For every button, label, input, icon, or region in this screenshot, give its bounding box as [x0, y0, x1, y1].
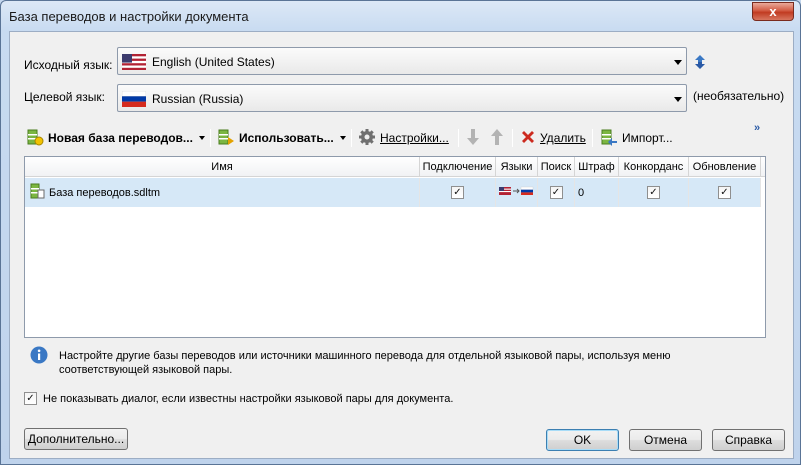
title-bar[interactable]: База переводов и настройки документа x [1, 1, 800, 31]
table-row[interactable]: База переводов.sdltm ✓ ✓ 0 ✓ ✓ [25, 178, 761, 207]
languages-cell [496, 178, 538, 207]
source-language-select[interactable]: English (United States) [117, 47, 687, 75]
column-header-enabled[interactable]: Подключение [420, 157, 496, 177]
dialog-window: База переводов и настройки документа x И… [0, 0, 801, 465]
penalty-value: 0 [578, 186, 585, 199]
penalty-cell[interactable]: 0 [575, 178, 619, 207]
remove-button[interactable]: Удалить [520, 126, 586, 150]
enabled-cell: ✓ [420, 178, 496, 207]
target-language-value: Russian (Russia) [152, 92, 244, 106]
delete-x-icon [520, 129, 536, 148]
database-use-icon [217, 128, 235, 149]
chevron-down-icon [339, 136, 346, 140]
help-button[interactable]: Справка [712, 429, 785, 451]
database-import-icon [600, 128, 618, 149]
column-header-lookup[interactable]: Поиск [538, 157, 575, 177]
source-language-value: English (United States) [152, 55, 275, 69]
language-pair-icon [498, 186, 535, 199]
use-tm-button[interactable]: Использовать... [217, 126, 346, 150]
column-header-concordance[interactable]: Конкорданс [619, 157, 689, 177]
cancel-button[interactable]: Отмена [629, 429, 702, 451]
move-down-button[interactable] [466, 126, 480, 150]
target-language-label: Целевой язык: [24, 90, 105, 104]
grid-header: Имя Подключение Языки Поиск Штраф Конкор… [25, 157, 765, 177]
ok-button[interactable]: OK [546, 429, 619, 451]
optional-note: (необязательно) [693, 89, 785, 103]
chevron-down-icon [674, 60, 682, 65]
swap-languages-icon[interactable] [694, 55, 706, 72]
update-cell: ✓ [689, 178, 761, 207]
dialog-body: Исходный язык: English (United States) Ц… [9, 31, 794, 459]
target-language-select[interactable]: Russian (Russia) [117, 84, 687, 112]
tm-file-icon [29, 183, 45, 202]
remove-label: Удалить [540, 131, 586, 145]
new-tm-button[interactable]: Новая база переводов... [26, 126, 205, 150]
gear-icon [358, 128, 376, 149]
tm-toolbar: Новая база переводов... Использовать... [24, 126, 784, 150]
column-header-languages[interactable]: Языки [496, 157, 538, 177]
us-flag-icon [122, 54, 146, 73]
window-title: База переводов и настройки документа [9, 9, 249, 24]
concordance-checkbox[interactable]: ✓ [647, 186, 660, 199]
concordance-cell: ✓ [619, 178, 689, 207]
dont-show-label: Не показывать диалог, если известны наст… [43, 392, 454, 405]
arrow-down-icon [466, 128, 480, 149]
toolbar-overflow-icon[interactable]: » [754, 122, 760, 134]
update-checkbox[interactable]: ✓ [718, 186, 731, 199]
database-add-icon [26, 128, 44, 149]
ru-flag-icon [121, 90, 147, 110]
dont-show-option[interactable]: ✓ Не показывать диалог, если известны на… [24, 392, 453, 405]
tm-name-text: База переводов.sdltm [49, 186, 161, 199]
tm-name-cell: База переводов.sdltm [25, 178, 420, 207]
use-tm-label: Использовать... [239, 131, 334, 145]
advanced-button[interactable]: Дополнительно... [24, 428, 128, 450]
arrow-up-icon [490, 128, 504, 149]
enabled-checkbox[interactable]: ✓ [451, 186, 464, 199]
lookup-cell: ✓ [538, 178, 575, 207]
move-up-button[interactable] [490, 126, 504, 150]
info-text: Настройте другие базы переводов или исто… [59, 350, 671, 376]
column-header-update[interactable]: Обновление [689, 157, 761, 177]
close-button[interactable]: x [752, 2, 794, 21]
source-language-label: Исходный язык: [24, 58, 113, 72]
import-button[interactable]: Импорт... [600, 126, 673, 150]
dont-show-checkbox[interactable]: ✓ [24, 392, 37, 405]
new-tm-label: Новая база переводов... [48, 131, 193, 145]
settings-label: Настройки... [380, 131, 449, 145]
column-header-penalty[interactable]: Штраф [575, 157, 619, 177]
settings-button[interactable]: Настройки... [358, 126, 449, 150]
tm-grid: Имя Подключение Языки Поиск Штраф Конкор… [24, 156, 766, 338]
import-label: Импорт... [622, 131, 673, 145]
column-header-name[interactable]: Имя [25, 157, 420, 177]
info-icon [30, 346, 48, 367]
chevron-down-icon [198, 136, 205, 140]
lookup-checkbox[interactable]: ✓ [549, 186, 563, 199]
chevron-down-icon [674, 97, 682, 102]
